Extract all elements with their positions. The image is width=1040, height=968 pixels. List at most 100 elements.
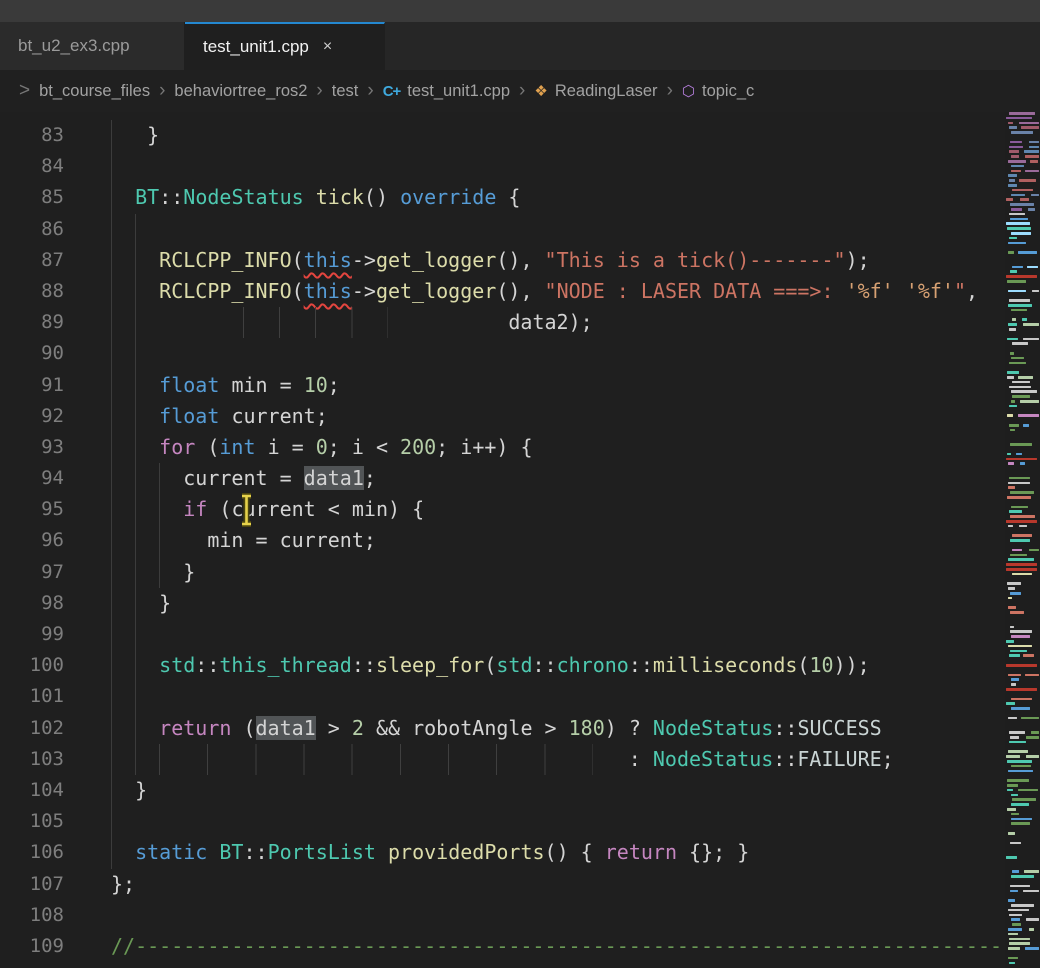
breadcrumb-chevron-icon: › [667,80,673,102]
line-number: 99 [0,619,64,650]
line-number: 95 [0,494,64,525]
line-number: 89 [0,307,64,338]
code-editor[interactable]: 83 }8485 BT::NodeStatus tick() override … [0,112,1040,968]
line-number: 107 [0,869,64,900]
line-number: 100 [0,650,64,681]
breadcrumb-label: behaviortree_ros2 [174,82,307,100]
code-line: 98 } [0,588,1040,619]
code-line: 107}; [0,869,1040,900]
cpp-icon: C+ [383,83,401,100]
code-text: data2); [111,307,593,338]
code-text: std::this_thread::sleep_for(std::chrono:… [111,650,870,681]
line-number: 105 [0,806,64,837]
breadcrumb-item-test_unit1.cpp[interactable]: C+ test_unit1.cpp [383,82,510,101]
breadcrumb-item-ReadingLaser[interactable]: ❖ReadingLaser [534,82,657,101]
code-text: static BT::PortsList providedPorts() { r… [111,837,749,868]
line-number: 93 [0,432,64,463]
line-number: 101 [0,681,64,712]
breadcrumb-chevron-icon: › [316,80,322,102]
breadcrumb-chevron-icon: › [367,80,373,102]
breadcrumb-label: bt_course_files [39,82,150,100]
code-line: 85 BT::NodeStatus tick() override { [0,182,1040,213]
code-text: } [111,588,171,619]
code-text: //--------------------------------------… [111,931,1040,962]
breadcrumb: > bt_course_files › behaviortree_ros2 › test ›… [0,70,1040,112]
line-number: 88 [0,276,64,307]
breadcrumb-item-test[interactable]: test [332,82,359,101]
line-number: 103 [0,744,64,775]
code-text: float current; [111,401,328,432]
line-number: 102 [0,713,64,744]
breadcrumb-chevron-icon: › [159,80,165,102]
line-number: 96 [0,525,64,556]
code-text: }; [111,869,135,900]
line-number: 83 [0,120,64,151]
indent-guide-bars [243,307,387,338]
code-line: 88 RCLCPP_INFO(this->get_logger(), "NODE… [0,276,1040,307]
line-number: 97 [0,557,64,588]
tab-label: test_unit1.cpp [203,37,309,57]
line-number: 90 [0,338,64,369]
indent-guide [135,214,136,776]
code-line: 89 data2); [0,307,1040,338]
code-text: min = current; [111,525,376,556]
code-line: 104 } [0,775,1040,806]
code-line: 90 [0,338,1040,369]
code-text: } [111,775,147,806]
breadcrumb-label: test_unit1.cpp [407,82,510,100]
minimap[interactable] [1005,112,1040,968]
symbol-icon: ⬡ [682,83,695,100]
code-line: 94 current = data1; [0,463,1040,494]
breadcrumb-label: topic_c [702,82,754,100]
title-bar [0,0,1040,22]
code-line: 92 float current; [0,401,1040,432]
code-lines: 83 }8485 BT::NodeStatus tick() override … [0,120,1040,962]
line-number: 87 [0,245,64,276]
breadcrumb-item-topic_c[interactable]: ⬡ topic_c [682,82,754,101]
code-line: 105 [0,806,1040,837]
code-text: if (current < min) { [111,494,424,525]
code-line: 97 } [0,557,1040,588]
code-text: } [111,120,159,151]
code-line: 93 for (int i = 0; i < 200; i++) { [0,432,1040,463]
indent-guide [159,463,160,588]
tab-label: bt_u2_ex3.cpp [18,36,130,56]
code-line: 87 RCLCPP_INFO(this->get_logger(), "This… [0,245,1040,276]
code-text: return (data1 > 2 && robotAngle > 180) ?… [111,713,882,744]
code-line: 95 if (current < min) { [0,494,1040,525]
indent-guide-bars [159,744,592,775]
line-number: 86 [0,214,64,245]
code-line: 109//-----------------------------------… [0,931,1040,962]
breadcrumb-chevron-icon: › [519,80,525,102]
breadcrumb-lead-chevron-icon: > [19,80,30,102]
code-line: 83 } [0,120,1040,151]
line-number: 84 [0,151,64,182]
code-text: RCLCPP_INFO(this->get_logger(), "NODE : … [111,276,978,307]
code-line: 86 [0,214,1040,245]
code-line: 106 static BT::PortsList providedPorts()… [0,837,1040,868]
line-number: 108 [0,900,64,931]
code-text: } [111,557,195,588]
class-icon: ❖ [534,83,547,100]
line-number: 98 [0,588,64,619]
code-line: 108 [0,900,1040,931]
vscode-window: bt_u2_ex3.cpp test_unit1.cpp × > bt_course_… [0,0,1040,968]
breadcrumb-item-bt_course_files[interactable]: bt_course_files [39,82,150,101]
line-number: 85 [0,182,64,213]
indent-guide [111,120,112,869]
code-line: 102 return (data1 > 2 && robotAngle > 18… [0,713,1040,744]
code-text: RCLCPP_INFO(this->get_logger(), "This is… [111,245,870,276]
code-line: 100 std::this_thread::sleep_for(std::chr… [0,650,1040,681]
code-text: for (int i = 0; i < 200; i++) { [111,432,533,463]
tab-close-icon[interactable]: × [323,39,332,55]
code-line: 103 : NodeStatus::FAILURE; [0,744,1040,775]
tab-bt_u2_ex3.cpp[interactable]: bt_u2_ex3.cpp [0,22,185,70]
line-number: 104 [0,775,64,806]
code-line: 99 [0,619,1040,650]
breadcrumb-label: test [332,82,359,100]
tab-test_unit1.cpp[interactable]: test_unit1.cpp × [185,22,385,70]
code-text: BT::NodeStatus tick() override { [111,182,520,213]
breadcrumb-item-behaviortree_ros2[interactable]: behaviortree_ros2 [174,82,307,101]
code-text: float min = 10; [111,370,340,401]
code-text: : NodeStatus::FAILURE; [111,744,894,775]
